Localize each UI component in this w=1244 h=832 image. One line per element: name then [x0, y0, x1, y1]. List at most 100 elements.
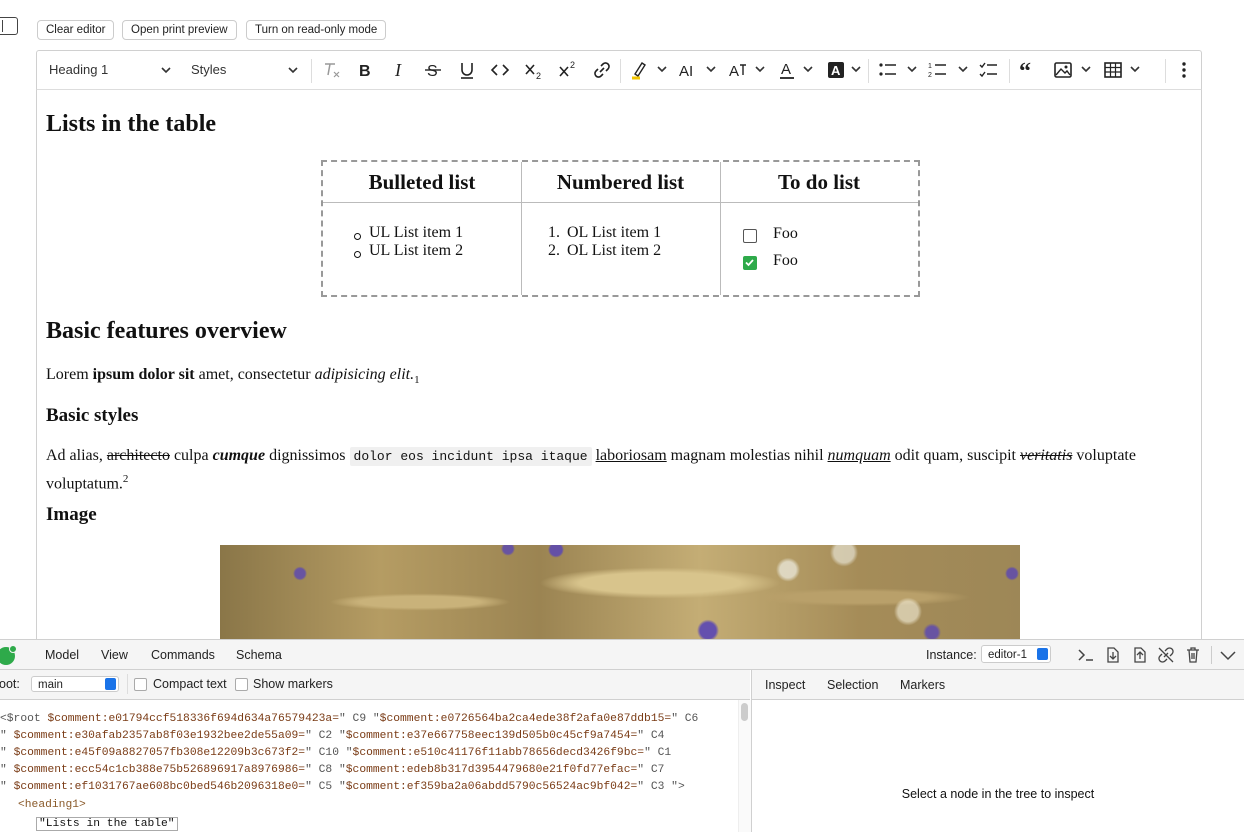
tree-element-heading1[interactable]: <heading1> [18, 799, 86, 811]
svg-text:A: A [781, 61, 791, 78]
show-markers-checkbox[interactable] [235, 678, 248, 691]
upload-data-icon[interactable] [1131, 646, 1149, 664]
styles-dropdown[interactable]: Styles [191, 51, 298, 89]
compact-text-checkbox[interactable] [134, 678, 147, 691]
tree-text-node[interactable]: "Lists in the table" [36, 817, 178, 831]
heading-lists-in-table[interactable]: Lists in the table [46, 111, 216, 138]
footnote-ref: 2 [122, 473, 129, 485]
chevron-down-icon[interactable] [657, 64, 667, 74]
tab-selection[interactable]: Selection [827, 678, 878, 692]
numbered-list-icon[interactable]: 12 [928, 60, 948, 80]
underline-icon[interactable] [457, 60, 477, 80]
superscript-icon[interactable]: 2 [558, 60, 578, 80]
lists-table[interactable]: Bulleted list UL List item 1 UL List ite… [321, 160, 920, 297]
font-size-icon[interactable]: AI [679, 60, 699, 80]
styles-dropdown-label: Styles [191, 62, 227, 77]
chevron-down-icon[interactable] [1130, 64, 1140, 74]
italic-icon[interactable]: I [389, 60, 409, 80]
font-family-icon[interactable]: A [728, 60, 748, 80]
editor-content[interactable]: Lists in the table Bulleted list UL List… [36, 90, 1202, 640]
model-tree[interactable]: <$root $comment:e01794ccf518336f694d634a… [0, 700, 738, 832]
chevron-down-icon[interactable] [851, 64, 861, 74]
toolbar-separator [127, 674, 128, 694]
checkmark-icon [745, 259, 754, 267]
bulleted-list-icon[interactable] [878, 60, 898, 80]
more-options-icon[interactable] [1174, 60, 1194, 80]
tab-commands[interactable]: Commands [151, 648, 215, 662]
block-quote-icon[interactable]: “ [1019, 60, 1039, 80]
table-icon[interactable] [1103, 60, 1123, 80]
highlight-icon[interactable] [629, 60, 649, 80]
svg-text:S: S [427, 63, 438, 80]
image-icon[interactable] [1053, 60, 1073, 80]
chevron-down-icon[interactable] [1081, 64, 1091, 74]
paragraph-ad-alias[interactable]: Ad alias, architecto culpa cumque dignis… [46, 445, 1156, 495]
tab-inspect[interactable]: Inspect [752, 678, 818, 702]
tree-attribute-value: " C4 [637, 730, 665, 742]
subscript-icon[interactable]: 2 [524, 60, 544, 80]
strikethrough-italic-text: veritatis [1019, 447, 1073, 464]
tree-attribute-key: $comment:e45f09a8827057fb308e12209b3c673… [13, 747, 306, 759]
table-cell-numbered[interactable]: Numbered list 1. OL List item 1 2. OL Li… [521, 162, 720, 295]
collapse-chevron-icon[interactable] [1219, 646, 1237, 664]
tab-view[interactable]: View [101, 648, 128, 662]
paragraph-lorem[interactable]: Lorem ipsum dolor sit amet, consectetur … [46, 366, 420, 386]
todo-checkbox-checked[interactable] [743, 256, 757, 270]
heading-dropdown[interactable]: Heading 1 [49, 51, 171, 89]
heading-basic-styles[interactable]: Basic styles [46, 405, 138, 427]
svg-text:A: A [831, 63, 841, 78]
download-data-icon[interactable] [1104, 646, 1122, 664]
console-icon[interactable] [1077, 646, 1095, 664]
text-run: voluptate [1072, 447, 1136, 464]
unlink-icon[interactable] [1157, 646, 1175, 664]
font-color-icon[interactable]: A [777, 60, 797, 80]
tree-line[interactable]: " $comment:e45f09a8827057fb308e12209b3c6… [0, 747, 671, 759]
heading-basic-features[interactable]: Basic features overview [46, 318, 287, 345]
table-cell-todo[interactable]: To do list Foo Foo [720, 162, 918, 295]
read-only-button[interactable]: Turn on read-only mode [246, 20, 387, 40]
todo-list-icon[interactable] [979, 60, 999, 80]
chevron-down-icon[interactable] [706, 64, 716, 74]
table-cell-bulleted[interactable]: Bulleted list UL List item 1 UL List ite… [323, 162, 521, 295]
toolbar-separator [1211, 646, 1212, 664]
tree-line[interactable]: " $comment:ef1031767ae608bc0bed546b20963… [0, 781, 685, 793]
wildflower-meadow-image[interactable] [220, 545, 1020, 640]
inspect-tab-bar: Inspect Selection Markers [751, 670, 1244, 702]
list-number: 1. [548, 224, 560, 241]
bold-icon[interactable]: B [355, 60, 375, 80]
tab-markers[interactable]: Markers [900, 678, 945, 692]
svg-text:2: 2 [536, 71, 541, 80]
tree-attribute-key: $comment:e0726564ba2ca4ede38f2afa0e87ddb… [379, 713, 672, 725]
font-background-icon[interactable]: A [826, 60, 846, 80]
todo-checkbox[interactable] [743, 229, 757, 243]
chevron-down-icon[interactable] [755, 64, 765, 74]
tab-schema[interactable]: Schema [236, 648, 282, 662]
strikethrough-icon[interactable]: S [423, 60, 443, 80]
tab-model[interactable]: Model [32, 648, 92, 672]
tree-line[interactable]: <$root $comment:e01794ccf518336f694d634a… [0, 713, 698, 725]
tree-line[interactable]: " $comment:e30afab2357ab8f03e1932bee2de5… [0, 730, 664, 742]
chevron-down-icon[interactable] [907, 64, 917, 74]
tree-scrollbar[interactable] [738, 700, 751, 832]
link-icon[interactable] [592, 60, 612, 80]
heading-image[interactable]: Image [46, 504, 97, 526]
remove-format-icon[interactable] [322, 60, 342, 80]
bold-italic-text: cumque [212, 447, 266, 464]
todo-item-label: Foo [773, 225, 798, 242]
print-preview-button[interactable]: Open print preview [122, 20, 237, 40]
toolbar-separator [1165, 59, 1166, 83]
code-icon[interactable] [490, 60, 510, 80]
chevron-down-icon[interactable] [803, 64, 813, 74]
root-select[interactable]: main [31, 676, 119, 692]
chevron-down-icon[interactable] [958, 64, 968, 74]
table-header-todo: To do list [777, 170, 861, 194]
bullet-marker [354, 251, 361, 258]
instance-select[interactable]: editor-1 [981, 645, 1051, 663]
clear-editor-button[interactable]: Clear editor [37, 20, 115, 40]
sidebar-toggle-button[interactable] [0, 17, 18, 35]
list-number: 2. [548, 242, 560, 259]
trash-icon[interactable] [1184, 646, 1202, 664]
tree-line[interactable]: " $comment:ecc54c1cb388e75b526896917a897… [0, 764, 664, 776]
compact-text-label: Compact text [153, 677, 227, 691]
italic-text: adipisicing elit. [314, 366, 415, 383]
